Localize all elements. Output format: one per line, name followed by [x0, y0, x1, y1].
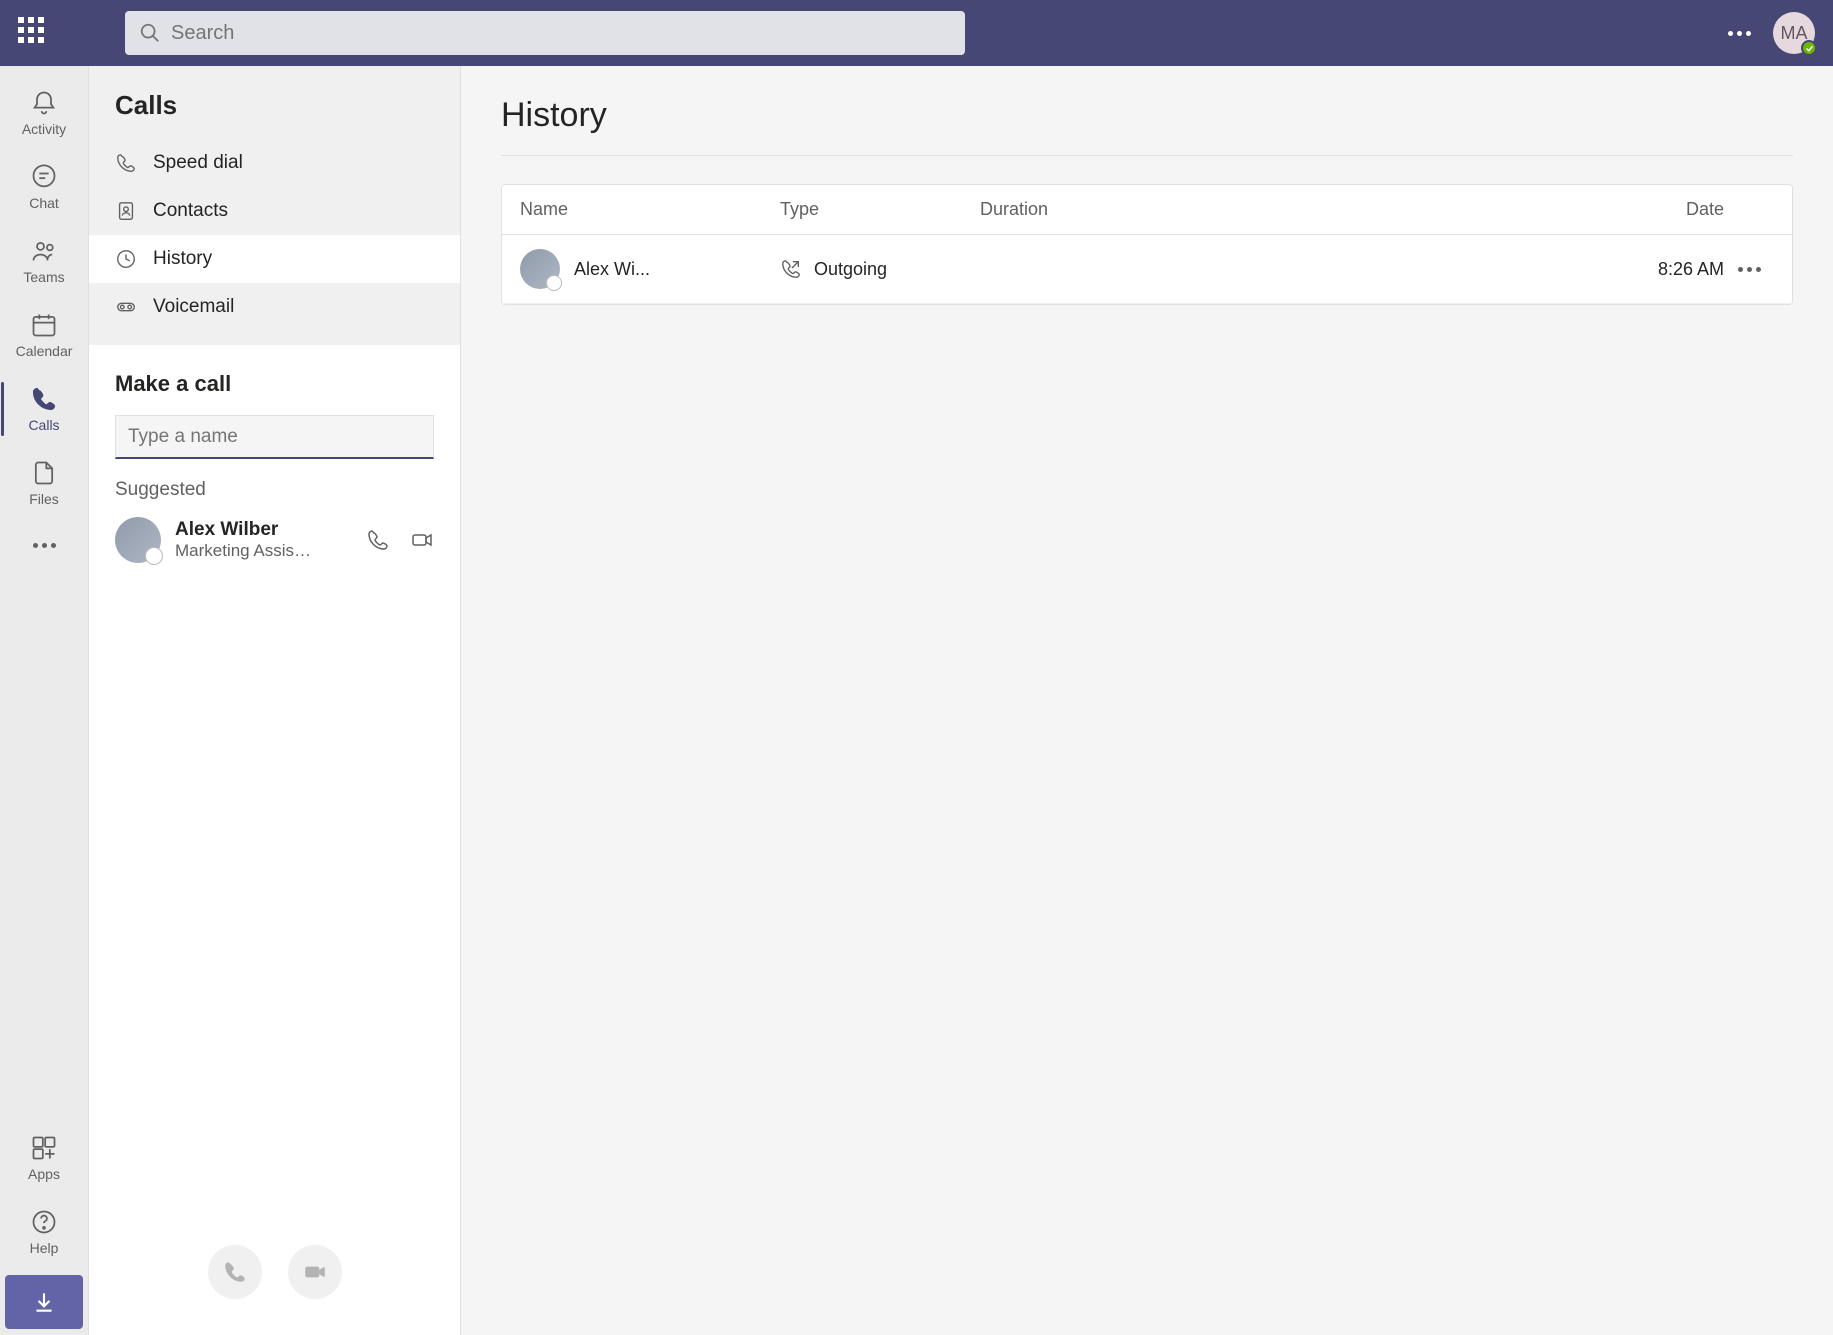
rail-label: Apps: [28, 1166, 60, 1182]
contact-title: Marketing Assistant: [175, 541, 315, 561]
make-call-section: Make a call Suggested Alex Wilber Market…: [89, 345, 460, 1335]
settings-more-icon[interactable]: [1728, 31, 1751, 36]
video-call-button[interactable]: [288, 1245, 342, 1299]
calls-nav: Speed dial Contacts History Voicemail: [89, 139, 460, 331]
table-header: Name Type Duration Date: [502, 185, 1792, 235]
rail-calls[interactable]: Calls: [0, 372, 88, 446]
rail-label: Files: [29, 491, 59, 507]
nav-label: Contacts: [153, 200, 228, 222]
rail-label: Teams: [23, 269, 64, 285]
contact-avatar: [115, 517, 161, 563]
profile-avatar[interactable]: MA: [1773, 12, 1815, 54]
phone-icon[interactable]: [366, 528, 390, 552]
rail-label: Activity: [22, 121, 66, 137]
rail-teams[interactable]: Teams: [0, 224, 88, 298]
panel-title: Calls: [89, 66, 460, 139]
app-launcher-icon[interactable]: [18, 17, 50, 49]
suggested-contact[interactable]: Alex Wilber Marketing Assistant: [115, 517, 434, 563]
rail-chat[interactable]: Chat: [0, 150, 88, 224]
video-icon[interactable]: [410, 528, 434, 552]
search-input[interactable]: [171, 22, 951, 45]
rail-help[interactable]: Help: [0, 1195, 88, 1269]
col-name: Name: [520, 199, 780, 220]
nav-history[interactable]: History: [89, 235, 460, 283]
rail-calendar[interactable]: Calendar: [0, 298, 88, 372]
make-call-title: Make a call: [115, 371, 434, 397]
rail-label: Chat: [29, 195, 59, 211]
row-name: Alex Wi...: [574, 259, 650, 280]
presence-available-icon: [1801, 40, 1817, 56]
content-title: History: [501, 96, 1793, 156]
download-app-button[interactable]: [5, 1275, 83, 1329]
audio-call-button[interactable]: [208, 1245, 262, 1299]
col-duration: Duration: [980, 199, 1180, 220]
search-box[interactable]: [125, 11, 965, 55]
row-more-icon[interactable]: [1724, 267, 1774, 272]
rail-files[interactable]: Files: [0, 446, 88, 520]
rail-more-apps[interactable]: [0, 520, 88, 570]
rail-label: Calendar: [16, 343, 73, 359]
rail-label: Calls: [28, 417, 59, 433]
outgoing-call-icon: [780, 258, 802, 280]
contact-name: Alex Wilber: [175, 519, 352, 541]
search-icon: [139, 22, 161, 44]
history-table: Name Type Duration Date Alex Wi... Outgo…: [501, 184, 1793, 305]
call-name-input[interactable]: [115, 415, 434, 459]
nav-label: Speed dial: [153, 152, 243, 174]
row-date: 8:26 AM: [1180, 259, 1724, 280]
col-date: Date: [1180, 199, 1724, 220]
row-type: Outgoing: [814, 259, 887, 280]
nav-label: History: [153, 248, 212, 270]
rail-activity[interactable]: Activity: [0, 76, 88, 150]
rail-apps[interactable]: Apps: [0, 1121, 88, 1195]
nav-label: Voicemail: [153, 296, 234, 318]
avatar-initials: MA: [1781, 23, 1808, 44]
col-type: Type: [780, 199, 980, 220]
row-avatar: [520, 249, 560, 289]
history-row[interactable]: Alex Wi... Outgoing 8:26 AM: [502, 235, 1792, 304]
calls-panel: Calls Speed dial Contacts History Voicem…: [89, 66, 461, 1335]
app-rail: Activity Chat Teams Calendar Calls Files…: [0, 66, 89, 1335]
suggested-label: Suggested: [115, 479, 434, 501]
history-content: History Name Type Duration Date Alex Wi.…: [461, 66, 1833, 1335]
nav-contacts[interactable]: Contacts: [89, 187, 460, 235]
nav-voicemail[interactable]: Voicemail: [89, 283, 460, 331]
top-bar: MA: [0, 0, 1833, 66]
rail-label: Help: [30, 1240, 59, 1256]
nav-speed-dial[interactable]: Speed dial: [89, 139, 460, 187]
